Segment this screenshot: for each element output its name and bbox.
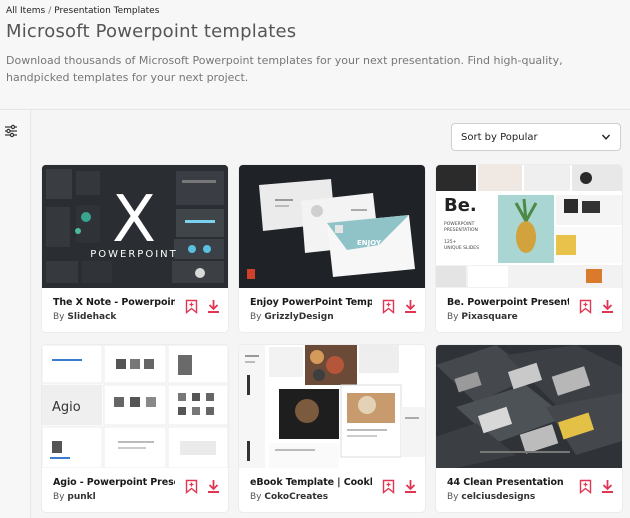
bookmark-icon[interactable] [579, 299, 592, 314]
bookmark-icon[interactable] [185, 299, 198, 314]
card-title[interactable]: Agio - Powerpoint Present... [53, 477, 175, 488]
author-name[interactable]: GrizzlyDesign [264, 312, 333, 322]
card-actions [382, 299, 417, 314]
author-name[interactable]: punkl [67, 492, 95, 502]
card-meta: eBook Template | Cookbo... By CokoCreate… [239, 468, 425, 512]
card-meta: Be. Powerpoint Presentation... By Pixasq… [436, 288, 622, 332]
breadcrumb-current[interactable]: Presentation Templates [54, 6, 159, 16]
bookmark-icon[interactable] [382, 479, 395, 494]
thumbnail-agio: Agio [42, 345, 228, 468]
download-icon[interactable] [207, 299, 220, 314]
card-meta: The X Note - Powerpoint T... By Slidehac… [42, 288, 228, 332]
template-thumbnail[interactable] [239, 345, 425, 468]
page-title: Microsoft Powerpoint templates [6, 21, 297, 42]
card-actions [579, 479, 614, 494]
card-actions [382, 479, 417, 494]
template-card[interactable]: X POWERPOINT The X Note - Powerpoint T..… [42, 165, 228, 332]
thumbnail-be: Be. POWERPOINT PRESENTATION 125+ UNIQUE … [436, 165, 622, 288]
bookmark-icon[interactable] [185, 479, 198, 494]
download-icon[interactable] [207, 479, 220, 494]
chevron-down-icon [601, 134, 611, 140]
breadcrumb-separator: / [48, 5, 52, 16]
thumb-word: ENJOY [357, 239, 382, 247]
thumbnail-clean [436, 345, 622, 468]
author-prefix: By [447, 492, 459, 502]
page-description: Download thousands of Microsoft Powerpoi… [6, 54, 563, 84]
author-name[interactable]: CokoCreates [264, 492, 328, 502]
author-name[interactable]: Slidehack [67, 312, 116, 322]
template-card[interactable]: ENJOY Enjoy PowerPoint Template By Grizz… [239, 165, 425, 332]
author-prefix: By [250, 492, 262, 502]
thumbnail-enjoy: ENJOY [239, 165, 425, 288]
card-meta: Agio - Powerpoint Present... By punkl [42, 468, 228, 512]
author-name[interactable]: celciusdesigns [461, 492, 535, 502]
template-thumbnail[interactable]: Be. POWERPOINT PRESENTATION 125+ UNIQUE … [436, 165, 622, 288]
card-meta: Enjoy PowerPoint Template By GrizzlyDesi… [239, 288, 425, 332]
sort-dropdown[interactable]: Sort by Popular [451, 123, 621, 151]
download-icon[interactable] [404, 299, 417, 314]
page-header: All Items / Presentation Templates Micro… [0, 0, 630, 108]
template-card[interactable]: Be. POWERPOINT PRESENTATION 125+ UNIQUE … [436, 165, 622, 332]
card-meta: 44 Clean Presentation By celciusdesigns [436, 468, 622, 512]
template-thumbnail[interactable]: Agio [42, 345, 228, 468]
author-name[interactable]: Pixasquare [461, 312, 517, 322]
card-title[interactable]: eBook Template | Cookbo... [250, 477, 372, 488]
template-card[interactable]: eBook Template | Cookbo... By CokoCreate… [239, 345, 425, 512]
download-icon[interactable] [601, 479, 614, 494]
thumb-word: Be. [444, 195, 477, 216]
filter-sidebar [0, 110, 31, 518]
thumbnail-ebook [239, 345, 425, 468]
card-actions [185, 479, 220, 494]
template-card[interactable]: 44 Clean Presentation By celciusdesigns [436, 345, 622, 512]
thumb-word: POWERPOINT [90, 249, 178, 260]
breadcrumb: All Items / Presentation Templates [6, 5, 624, 16]
template-thumbnail[interactable]: ENJOY [239, 165, 425, 288]
template-thumbnail[interactable]: X POWERPOINT [42, 165, 228, 288]
card-title[interactable]: 44 Clean Presentation [447, 477, 569, 488]
card-title[interactable]: Enjoy PowerPoint Template [250, 297, 372, 308]
author-prefix: By [53, 312, 65, 322]
author-prefix: By [447, 312, 459, 322]
sort-label: Sort by Popular [461, 131, 538, 143]
download-icon[interactable] [404, 479, 417, 494]
template-thumbnail[interactable] [436, 345, 622, 468]
breadcrumb-all-items[interactable]: All Items [6, 6, 45, 16]
filter-sliders-icon[interactable] [4, 124, 18, 138]
thumb-letter: X [112, 183, 156, 257]
thumb-word: Agio [52, 400, 81, 415]
author-prefix: By [53, 492, 65, 502]
thumb-line: POWERPOINT [444, 221, 475, 227]
card-title[interactable]: The X Note - Powerpoint T... [53, 297, 175, 308]
thumb-line: PRESENTATION [444, 227, 478, 233]
card-title[interactable]: Be. Powerpoint Presentation... [447, 297, 569, 308]
thumb-line: UNIQUE SLIDES [444, 245, 479, 251]
bookmark-icon[interactable] [382, 299, 395, 314]
thumbnail-x-note: X POWERPOINT [42, 165, 228, 288]
bookmark-icon[interactable] [579, 479, 592, 494]
download-icon[interactable] [601, 299, 614, 314]
template-card[interactable]: Agio Agio - Powerpoint Present... By pun… [42, 345, 228, 512]
results-area: Sort by Popular X POWERPOINT The X Note … [32, 110, 630, 518]
card-actions [185, 299, 220, 314]
card-actions [579, 299, 614, 314]
author-prefix: By [250, 312, 262, 322]
thumb-line: 125+ [444, 239, 457, 245]
